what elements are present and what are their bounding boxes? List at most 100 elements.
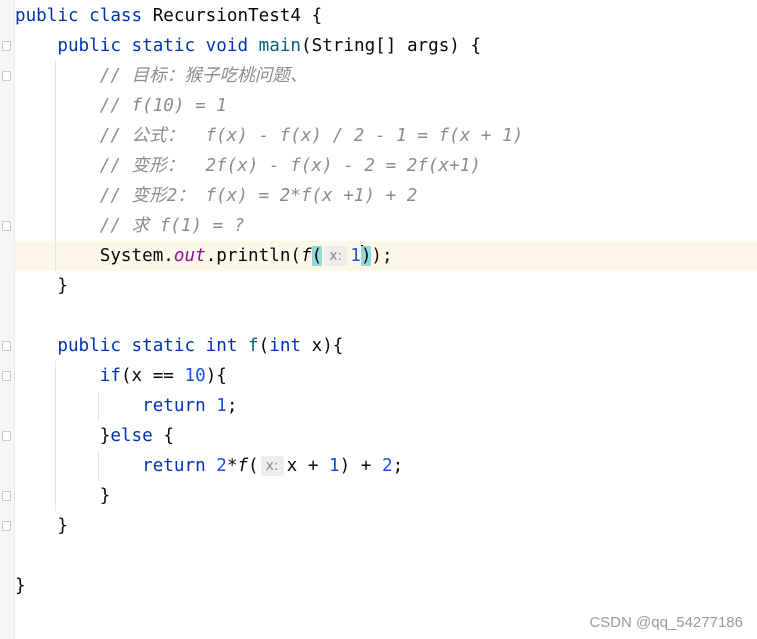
code-token: (String[] args) { xyxy=(301,36,482,56)
code-token: ; xyxy=(226,396,238,416)
code-token: System. xyxy=(99,246,174,266)
number-literal: 1 xyxy=(329,456,340,476)
fold-marker-icon[interactable] xyxy=(2,521,11,531)
code-line[interactable]: // 目标：猴子吃桃问题、 xyxy=(15,61,757,91)
code-token: x){ xyxy=(311,336,344,356)
code-line[interactable]: } xyxy=(15,511,757,541)
fold-marker-icon[interactable] xyxy=(2,41,11,51)
keyword: else xyxy=(110,426,164,446)
method-call: f xyxy=(301,246,312,266)
keyword: public static void xyxy=(57,36,259,56)
number-literal: 2 xyxy=(382,456,393,476)
number-literal: 1 xyxy=(350,246,361,266)
code-line[interactable]: }else { xyxy=(15,421,757,451)
method-call: f xyxy=(237,456,249,476)
code-line[interactable]: } xyxy=(15,571,757,601)
number-literal: 10 xyxy=(184,366,206,386)
code-line[interactable]: if(x == 10){ xyxy=(15,361,757,391)
code-line[interactable]: return 1; xyxy=(15,391,757,421)
editor-gutter xyxy=(0,0,15,639)
comment: // 目标：猴子吃桃问题、 xyxy=(99,66,308,86)
code-token: } xyxy=(15,576,26,596)
code-line[interactable]: // 求 f(1) = ? xyxy=(15,211,757,241)
watermark: CSDN @qq_54277186 xyxy=(589,614,743,631)
indent-guide xyxy=(55,121,57,151)
comment: // f(10) = 1 xyxy=(99,96,227,116)
code-token: } xyxy=(57,276,68,296)
comment: // 变形2： f(x) = 2*f(x +1) + 2 xyxy=(99,186,418,206)
code-line[interactable]: // 变形2： f(x) = 2*f(x +1) + 2 xyxy=(15,181,757,211)
code-editor[interactable]: public class RecursionTest4 { public sta… xyxy=(15,1,757,601)
fold-marker-icon[interactable] xyxy=(2,371,11,381)
indent-guide xyxy=(55,91,57,121)
function-name: f xyxy=(248,336,259,356)
fold-marker-icon[interactable] xyxy=(2,431,11,441)
comment: // 变形： 2f(x) - f(x) - 2 = 2f(x+1) xyxy=(99,156,481,176)
fold-marker-icon[interactable] xyxy=(2,491,11,501)
code-token: } xyxy=(57,516,68,536)
keyword: return xyxy=(142,456,217,476)
parameter-hint: x: xyxy=(324,246,348,266)
indent-guide xyxy=(55,181,57,211)
code-line[interactable]: // 变形： 2f(x) - f(x) - 2 = 2f(x+1) xyxy=(15,151,757,181)
indent-guide xyxy=(55,241,57,271)
comment: // 求 f(1) = ? xyxy=(99,216,245,236)
code-token: ){ xyxy=(205,366,227,386)
indent-guide xyxy=(55,61,57,91)
code-line[interactable]: public static void main(String[] args) { xyxy=(15,31,757,61)
keyword: public class xyxy=(15,6,153,26)
code-token: RecursionTest4 { xyxy=(152,6,323,26)
comment: // 公式： f(x) - f(x) / 2 - 1 = f(x + 1) xyxy=(99,126,524,146)
code-line[interactable]: // f(10) = 1 xyxy=(15,91,757,121)
keyword: public static int xyxy=(57,336,249,356)
code-token: (x == xyxy=(120,366,185,386)
indent-guide xyxy=(55,451,57,481)
code-line[interactable]: } xyxy=(15,481,757,511)
code-line[interactable]: return 2*f(x: x + 1) + 2; xyxy=(15,451,757,481)
keyword: int xyxy=(269,336,312,356)
fold-marker-icon[interactable] xyxy=(2,341,11,351)
code-token: ); xyxy=(371,246,393,266)
code-token: ; xyxy=(392,456,404,476)
code-token: } xyxy=(99,426,111,446)
code-token: ( xyxy=(258,336,270,356)
code-token: * xyxy=(226,456,238,476)
code-line[interactable] xyxy=(15,301,757,331)
code-line[interactable]: public static int f(int x){ xyxy=(15,331,757,361)
indent-guide xyxy=(55,211,57,241)
code-token: ) + xyxy=(339,456,382,476)
number-literal: 1 xyxy=(216,396,227,416)
fold-marker-icon[interactable] xyxy=(2,221,11,231)
fold-marker-icon[interactable] xyxy=(2,71,11,81)
keyword: if xyxy=(99,366,121,386)
code-line[interactable]: public class RecursionTest4 { xyxy=(15,1,757,31)
keyword: return xyxy=(142,396,217,416)
code-line[interactable]: } xyxy=(15,271,757,301)
code-line[interactable]: System.out.println(f(x: 1)); xyxy=(15,241,757,271)
indent-guide xyxy=(55,391,57,421)
function-name: main xyxy=(258,36,302,56)
code-token: x + xyxy=(286,456,330,476)
code-line[interactable] xyxy=(15,541,757,571)
indent-guide xyxy=(55,151,57,181)
number-literal: 2 xyxy=(216,456,227,476)
indent-guide xyxy=(55,361,57,391)
matched-bracket: ) xyxy=(360,246,372,266)
code-line[interactable]: // 公式： f(x) - f(x) / 2 - 1 = f(x + 1) xyxy=(15,121,757,151)
indent-guide xyxy=(55,481,57,511)
indent-guide xyxy=(97,391,99,421)
